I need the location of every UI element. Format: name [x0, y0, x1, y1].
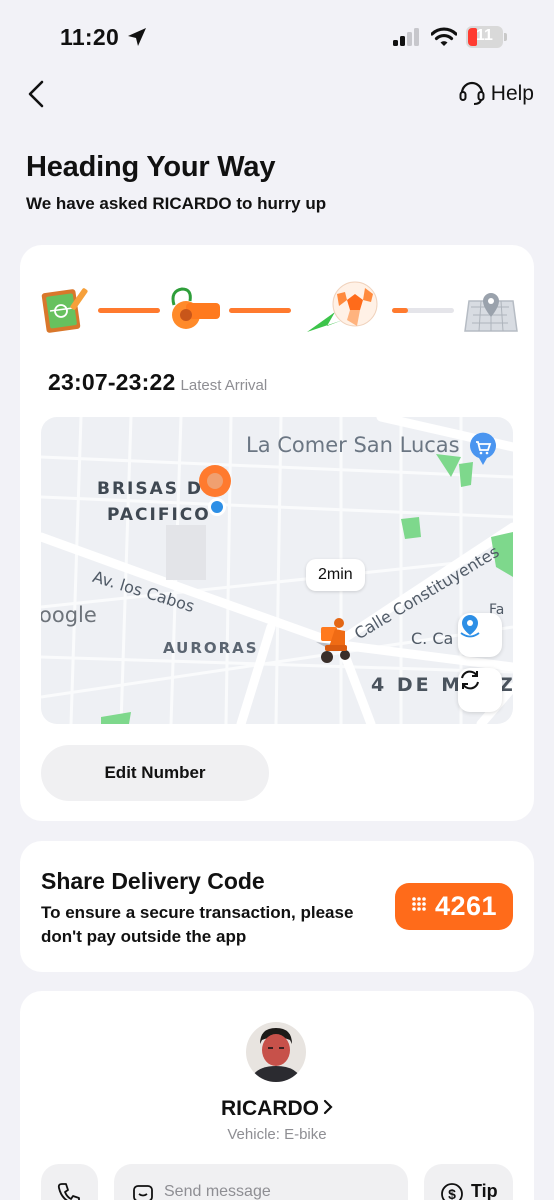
page-subtitle: We have asked RICARDO to hurry up [26, 194, 327, 213]
edit-number-button[interactable]: Edit Number [41, 745, 269, 801]
map-label-area3: 4 DE M [371, 674, 464, 696]
tip-label: Tip [471, 1181, 498, 1200]
refresh-icon [461, 670, 479, 690]
order-progress [20, 245, 534, 365]
whistle-icon [164, 285, 230, 340]
wifi-icon [430, 27, 458, 52]
soccer-ball-icon [305, 280, 381, 343]
battery-level: 11 [476, 27, 493, 44]
back-button[interactable] [22, 76, 56, 112]
courier-name: RICARDO [221, 1097, 319, 1120]
send-message-placeholder: Send message [164, 1183, 271, 1200]
send-message-button[interactable]: Send message [114, 1164, 408, 1200]
chat-icon [132, 1183, 154, 1200]
svg-text:$: $ [448, 1186, 456, 1200]
help-button[interactable]: Help [458, 77, 534, 111]
courier-profile-link[interactable]: RICARDO [20, 1097, 534, 1121]
chevron-left-icon [28, 80, 44, 108]
tip-button[interactable]: $ Tip [424, 1164, 513, 1200]
status-bar: 11:20 11 [0, 0, 554, 76]
help-label: Help [490, 82, 534, 105]
status-time: 11:20 [60, 24, 120, 50]
progress-bar-3 [392, 308, 454, 313]
phone-icon [57, 1182, 81, 1200]
delivery-code-title: Share Delivery Code [41, 868, 265, 894]
chevron-right-icon [323, 1099, 333, 1120]
headset-icon [458, 78, 486, 111]
map-label-area2: AURORAS [163, 639, 259, 657]
delivery-code-value: 4261 [434, 891, 498, 921]
courier-avatar[interactable] [246, 1022, 306, 1082]
eta-label: Latest Arrival [180, 377, 268, 394]
call-courier-button[interactable] [41, 1164, 98, 1200]
dollar-circle-icon: $ [440, 1182, 464, 1200]
location-pin-icon [460, 615, 480, 638]
delivery-map[interactable]: La Comer San Lucas BRISAS D PACIFICO Av.… [41, 417, 513, 724]
eta-range: 23:07-23:22 [48, 369, 176, 395]
delivery-code-card: Share Delivery Code To ensure a secure t… [20, 841, 534, 972]
map-label-store: La Comer San Lucas [246, 433, 460, 457]
recenter-location-button[interactable] [458, 613, 502, 657]
courier-card: RICARDO Vehicle: E-bike Send message $ T… [20, 991, 534, 1200]
cellular-signal-icon [393, 28, 421, 51]
order-board-icon [40, 285, 90, 340]
google-logo: oogle [41, 603, 97, 627]
map-label-street3: C. Ca [411, 629, 454, 648]
goal-location-icon [461, 285, 519, 340]
courier-vehicle: Vehicle: E-bike [227, 1126, 327, 1143]
location-arrow-icon [126, 26, 148, 53]
progress-bar-2 [229, 308, 291, 313]
refresh-map-button[interactable] [458, 668, 502, 712]
map-label-area1-line1: BRISAS D [97, 479, 204, 499]
delivery-code-description: To ensure a secure transaction, please d… [41, 903, 354, 946]
page-title: Heading Your Way [26, 151, 276, 183]
delivery-code-pill[interactable]: 4261 [395, 883, 513, 930]
tracking-card: 23:07-23:22 Latest Arrival La Comer San … [20, 245, 534, 821]
progress-bar-1 [98, 308, 160, 313]
battery-icon: 11 [466, 26, 508, 48]
courier-eta-bubble: 2min [306, 559, 365, 591]
eta-row: 23:07-23:22 Latest Arrival [48, 369, 267, 396]
keypad-icon [411, 896, 427, 917]
